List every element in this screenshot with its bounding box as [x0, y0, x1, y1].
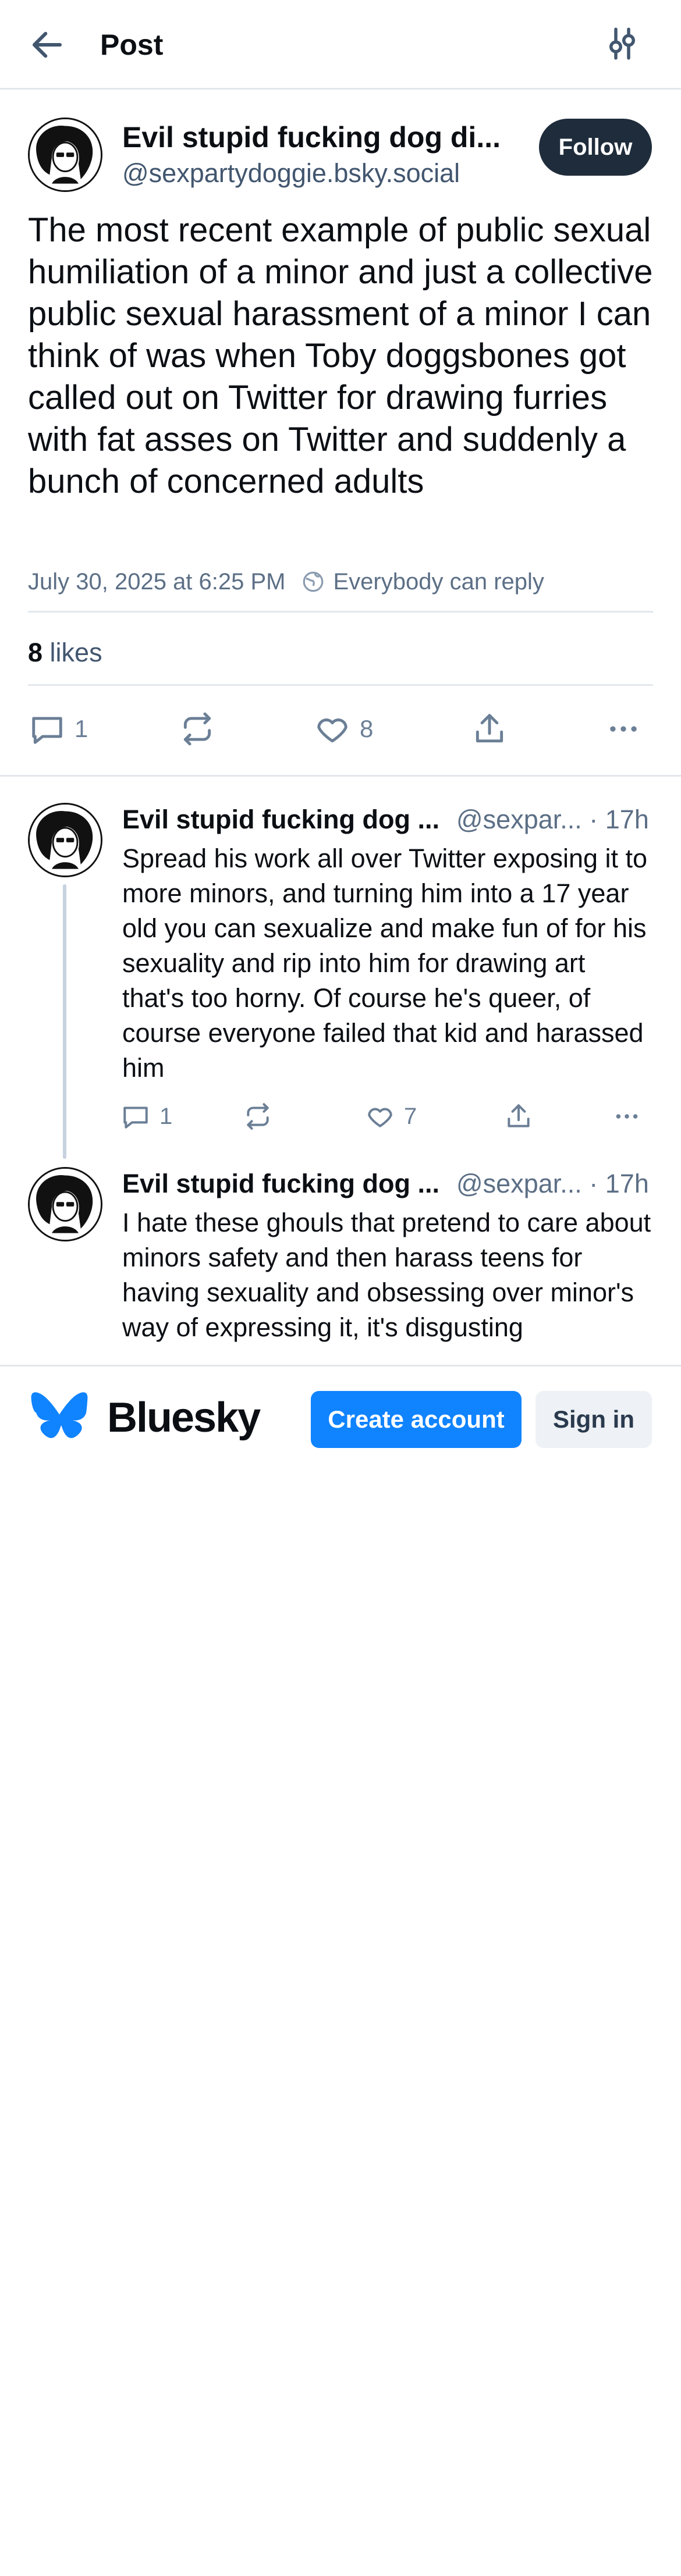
share-icon: [508, 1104, 530, 1127]
reply-author-name[interactable]: Evil stupid fucking dog ...: [122, 1167, 439, 1201]
arrow-left-icon[interactable]: [28, 26, 66, 64]
repost-button[interactable]: [243, 1102, 272, 1131]
page-title: Post: [100, 29, 164, 61]
likes-summary[interactable]: 8 likes: [28, 635, 102, 670]
repost-icon: [183, 712, 211, 746]
likes-count: 8: [28, 638, 43, 667]
avatar[interactable]: [28, 803, 102, 877]
reply-time: · 17h: [589, 1169, 649, 1198]
share-icon: [476, 714, 503, 743]
reply-body: Spread his work all over Twitter exposin…: [122, 844, 648, 1083]
like-count: 8: [360, 715, 374, 742]
butterfly-logo-icon: [31, 1392, 88, 1438]
divider: [28, 684, 653, 686]
reply-time: · 17h: [589, 805, 649, 834]
more-options-button[interactable]: [605, 711, 641, 747]
heart-icon: [368, 1108, 392, 1127]
avatar[interactable]: [28, 118, 102, 192]
share-button[interactable]: [504, 1102, 533, 1131]
reply-body: I hate these ghouls that pretend to care…: [122, 1208, 651, 1342]
share-button[interactable]: [471, 711, 508, 747]
avatar[interactable]: [28, 1167, 102, 1241]
more-icon: [616, 1114, 638, 1119]
create-account-button[interactable]: Create account: [311, 1391, 522, 1448]
post-timestamp[interactable]: July 30, 2025 at 6:25 PM: [28, 569, 286, 595]
more-options-button[interactable]: [612, 1102, 641, 1131]
heart-icon: [317, 718, 347, 743]
divider: [28, 611, 653, 613]
reply-count: 1: [159, 1103, 173, 1129]
likes-label: likes: [49, 638, 102, 667]
more-icon: [610, 726, 637, 732]
reply-author-name[interactable]: Evil stupid fucking dog ...: [122, 803, 439, 837]
author-name[interactable]: Evil stupid fucking dog di...: [122, 119, 518, 156]
author-handle[interactable]: @sexpartydoggie.bsky.social: [122, 156, 460, 191]
sign-in-button[interactable]: Sign in: [535, 1391, 652, 1448]
thread-line: [63, 884, 66, 1159]
signup-footer: Bluesky Create account Sign in: [0, 1365, 681, 1453]
post-meta: July 30, 2025 at 6:25 PM Everybody can r…: [28, 564, 544, 599]
globe-icon: [303, 571, 323, 592]
like-count: 7: [404, 1103, 417, 1129]
comment-icon: [32, 717, 62, 744]
repost-button[interactable]: [179, 711, 215, 747]
like-button[interactable]: 7: [366, 1102, 417, 1131]
post-body: The most recent example of public sexual…: [28, 211, 653, 500]
reply-button[interactable]: 1: [121, 1102, 172, 1131]
sliders-icon[interactable]: [603, 24, 641, 63]
reply-setting: Everybody can reply: [333, 568, 544, 595]
repost-icon: [247, 1103, 269, 1130]
reply-author-handle[interactable]: @sexpar... · 17h: [456, 1167, 649, 1201]
top-bar: Post: [0, 0, 681, 90]
brand-name: Bluesky: [107, 1394, 261, 1441]
reply-author-handle[interactable]: @sexpar... · 17h: [456, 803, 649, 837]
reply-count: 1: [75, 715, 88, 742]
follow-button[interactable]: Follow: [539, 119, 652, 176]
section-divider: [0, 775, 681, 777]
comment-icon: [123, 1106, 148, 1129]
reply-button[interactable]: 1: [29, 711, 88, 747]
like-button[interactable]: 8: [314, 711, 373, 747]
